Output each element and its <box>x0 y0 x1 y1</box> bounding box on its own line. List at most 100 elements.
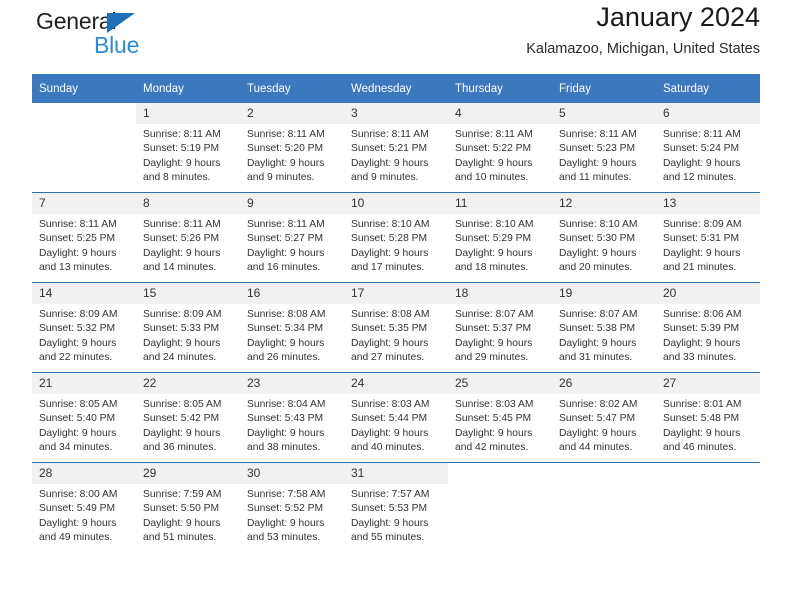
calendar-day-cell[interactable]: 10 Sunrise: 8:10 AM Sunset: 5:28 PM Dayligh… <box>344 192 448 283</box>
sunrise-text: Sunrise: 8:11 AM <box>455 129 533 140</box>
calendar-day-cell[interactable]: 21 Sunrise: 8:05 AM Sunset: 5:40 PM Dayligh… <box>32 372 136 463</box>
day-number: 1 <box>136 103 240 124</box>
daylight-text-line2: and 11 minutes. <box>559 172 632 184</box>
calendar-day-cell[interactable]: 7 Sunrise: 8:11 AM Sunset: 5:25 PM Daylight… <box>32 192 136 283</box>
calendar-day-cell[interactable]: 28 Sunrise: 8:00 AM Sunset: 5:49 PM Dayligh… <box>32 462 136 552</box>
location-subtitle: Kalamazoo, Michigan, United States <box>526 41 760 57</box>
day-number: 17 <box>344 283 448 304</box>
sun-info: Sunrise: 8:07 AM Sunset: 5:37 PM Daylight:… <box>448 304 552 366</box>
day-cell-content <box>552 463 656 552</box>
calendar-day-cell[interactable]: 25 Sunrise: 8:03 AM Sunset: 5:45 PM Dayligh… <box>448 372 552 463</box>
calendar-day-cell[interactable]: 30 Sunrise: 7:58 AM Sunset: 5:52 PM Dayligh… <box>240 462 344 552</box>
day-cell-content: 4 Sunrise: 8:11 AM Sunset: 5:22 PM Daylight… <box>448 103 552 192</box>
day-number: 18 <box>448 283 552 304</box>
daylight-text-line2: and 40 minutes. <box>351 442 425 454</box>
day-number: 24 <box>344 373 448 394</box>
day-number: 6 <box>656 103 760 124</box>
sunrise-text: Sunrise: 8:00 AM <box>39 489 118 500</box>
sun-info: Sunrise: 8:11 AM Sunset: 5:26 PM Daylight:… <box>136 214 240 276</box>
calendar-day-cell[interactable]: 29 Sunrise: 7:59 AM Sunset: 5:50 PM Dayligh… <box>136 462 240 552</box>
day-cell-content: 17 Sunrise: 8:08 AM Sunset: 5:35 PM Dayligh… <box>344 283 448 372</box>
calendar-day-cell[interactable]: 31 Sunrise: 7:57 AM Sunset: 5:53 PM Dayligh… <box>344 462 448 552</box>
day-cell-content: 23 Sunrise: 8:04 AM Sunset: 5:43 PM Dayligh… <box>240 373 344 462</box>
sunset-text: Sunset: 5:34 PM <box>247 323 324 335</box>
sunrise-text: Sunrise: 8:09 AM <box>663 219 742 230</box>
daylight-text-line1: Daylight: 9 hours <box>143 517 221 529</box>
day-cell-content: 8 Sunrise: 8:11 AM Sunset: 5:26 PM Daylight… <box>136 193 240 282</box>
weekday-header-sunday: Sunday <box>32 74 136 103</box>
day-number: 3 <box>344 103 448 124</box>
calendar-day-cell-empty <box>32 103 136 193</box>
calendar-day-cell[interactable]: 23 Sunrise: 8:04 AM Sunset: 5:43 PM Dayligh… <box>240 372 344 463</box>
calendar-day-cell[interactable]: 17 Sunrise: 8:08 AM Sunset: 5:35 PM Dayligh… <box>344 282 448 373</box>
general-blue-logo[interactable]: General Blue <box>36 8 166 60</box>
sunrise-text: Sunrise: 8:10 AM <box>559 219 638 230</box>
calendar-week-row: 1 Sunrise: 8:11 AM Sunset: 5:19 PM Daylight… <box>32 103 760 193</box>
calendar-day-cell[interactable]: 15 Sunrise: 8:09 AM Sunset: 5:33 PM Dayligh… <box>136 282 240 373</box>
calendar-day-cell[interactable]: 8 Sunrise: 8:11 AM Sunset: 5:26 PM Daylight… <box>136 192 240 283</box>
day-number: 4 <box>448 103 552 124</box>
day-cell-content: 5 Sunrise: 8:11 AM Sunset: 5:23 PM Daylight… <box>552 103 656 192</box>
sunrise-text: Sunrise: 7:59 AM <box>143 489 222 500</box>
calendar-day-cell[interactable]: 1 Sunrise: 8:11 AM Sunset: 5:19 PM Daylight… <box>136 103 240 193</box>
daylight-text-line2: and 20 minutes. <box>559 262 633 274</box>
calendar-day-cell[interactable]: 26 Sunrise: 8:02 AM Sunset: 5:47 PM Dayligh… <box>552 372 656 463</box>
daylight-text-line1: Daylight: 9 hours <box>247 337 325 349</box>
daylight-text-line2: and 34 minutes. <box>39 442 113 454</box>
day-number <box>656 463 760 484</box>
calendar-day-cell[interactable]: 4 Sunrise: 8:11 AM Sunset: 5:22 PM Daylight… <box>448 103 552 193</box>
day-number <box>32 103 136 124</box>
calendar-day-cell[interactable]: 18 Sunrise: 8:07 AM Sunset: 5:37 PM Dayligh… <box>448 282 552 373</box>
sunrise-text: Sunrise: 8:08 AM <box>351 309 430 320</box>
sunset-text: Sunset: 5:24 PM <box>663 143 740 155</box>
sunset-text: Sunset: 5:42 PM <box>143 413 220 425</box>
day-number: 9 <box>240 193 344 214</box>
calendar-day-cell[interactable]: 19 Sunrise: 8:07 AM Sunset: 5:38 PM Dayligh… <box>552 282 656 373</box>
calendar-day-cell[interactable]: 5 Sunrise: 8:11 AM Sunset: 5:23 PM Daylight… <box>552 103 656 193</box>
calendar-day-cell[interactable]: 9 Sunrise: 8:11 AM Sunset: 5:27 PM Daylight… <box>240 192 344 283</box>
sun-info: Sunrise: 8:11 AM Sunset: 5:25 PM Daylight:… <box>32 214 136 276</box>
day-number: 15 <box>136 283 240 304</box>
sunset-text: Sunset: 5:32 PM <box>39 323 116 335</box>
calendar-day-cell[interactable]: 14 Sunrise: 8:09 AM Sunset: 5:32 PM Dayligh… <box>32 282 136 373</box>
daylight-text-line1: Daylight: 9 hours <box>663 427 741 439</box>
sunrise-text: Sunrise: 8:07 AM <box>455 309 534 320</box>
day-number: 13 <box>656 193 760 214</box>
calendar-day-cell[interactable]: 11 Sunrise: 8:10 AM Sunset: 5:29 PM Dayligh… <box>448 192 552 283</box>
calendar-day-cell[interactable]: 3 Sunrise: 8:11 AM Sunset: 5:21 PM Daylight… <box>344 103 448 193</box>
daylight-text-line2: and 51 minutes. <box>143 532 217 544</box>
weekday-header-thursday: Thursday <box>448 74 552 103</box>
day-cell-content: 13 Sunrise: 8:09 AM Sunset: 5:31 PM Dayligh… <box>656 193 760 282</box>
daylight-text-line2: and 12 minutes. <box>663 172 737 184</box>
daylight-text-line2: and 13 minutes. <box>39 262 113 274</box>
calendar-day-cell[interactable]: 6 Sunrise: 8:11 AM Sunset: 5:24 PM Daylight… <box>656 103 760 193</box>
sunset-text: Sunset: 5:21 PM <box>351 143 428 155</box>
calendar-day-cell-empty <box>552 462 656 552</box>
calendar-day-cell[interactable]: 20 Sunrise: 8:06 AM Sunset: 5:39 PM Dayligh… <box>656 282 760 373</box>
calendar-day-cell[interactable]: 27 Sunrise: 8:01 AM Sunset: 5:48 PM Dayligh… <box>656 372 760 463</box>
calendar-day-cell[interactable]: 24 Sunrise: 8:03 AM Sunset: 5:44 PM Dayligh… <box>344 372 448 463</box>
sun-info: Sunrise: 8:10 AM Sunset: 5:30 PM Daylight:… <box>552 214 656 276</box>
sunset-text: Sunset: 5:26 PM <box>143 233 220 245</box>
calendar-day-cell[interactable]: 12 Sunrise: 8:10 AM Sunset: 5:30 PM Dayligh… <box>552 192 656 283</box>
calendar-day-cell[interactable]: 13 Sunrise: 8:09 AM Sunset: 5:31 PM Dayligh… <box>656 192 760 283</box>
sunset-text: Sunset: 5:30 PM <box>559 233 636 245</box>
day-number: 23 <box>240 373 344 394</box>
sun-info: Sunrise: 8:11 AM Sunset: 5:21 PM Daylight:… <box>344 124 448 186</box>
calendar-day-cell[interactable]: 2 Sunrise: 8:11 AM Sunset: 5:20 PM Daylight… <box>240 103 344 193</box>
daylight-text-line1: Daylight: 9 hours <box>247 157 325 169</box>
day-number: 31 <box>344 463 448 484</box>
daylight-text-line1: Daylight: 9 hours <box>143 427 221 439</box>
sunset-text: Sunset: 5:37 PM <box>455 323 532 335</box>
calendar-week-row: 21 Sunrise: 8:05 AM Sunset: 5:40 PM Dayligh… <box>32 372 760 463</box>
day-cell-content: 21 Sunrise: 8:05 AM Sunset: 5:40 PM Dayligh… <box>32 373 136 462</box>
daylight-text-line2: and 44 minutes. <box>559 442 633 454</box>
day-cell-content: 6 Sunrise: 8:11 AM Sunset: 5:24 PM Daylight… <box>656 103 760 192</box>
day-number: 26 <box>552 373 656 394</box>
daylight-text-line2: and 24 minutes. <box>143 352 217 364</box>
calendar-day-cell[interactable]: 22 Sunrise: 8:05 AM Sunset: 5:42 PM Dayligh… <box>136 372 240 463</box>
calendar-day-cell[interactable]: 16 Sunrise: 8:08 AM Sunset: 5:34 PM Dayligh… <box>240 282 344 373</box>
calendar-page: General Blue January 2024 Kalamazoo, Mic… <box>0 0 792 612</box>
calendar-body: 1 Sunrise: 8:11 AM Sunset: 5:19 PM Daylight… <box>32 103 760 552</box>
sunset-text: Sunset: 5:31 PM <box>663 233 740 245</box>
